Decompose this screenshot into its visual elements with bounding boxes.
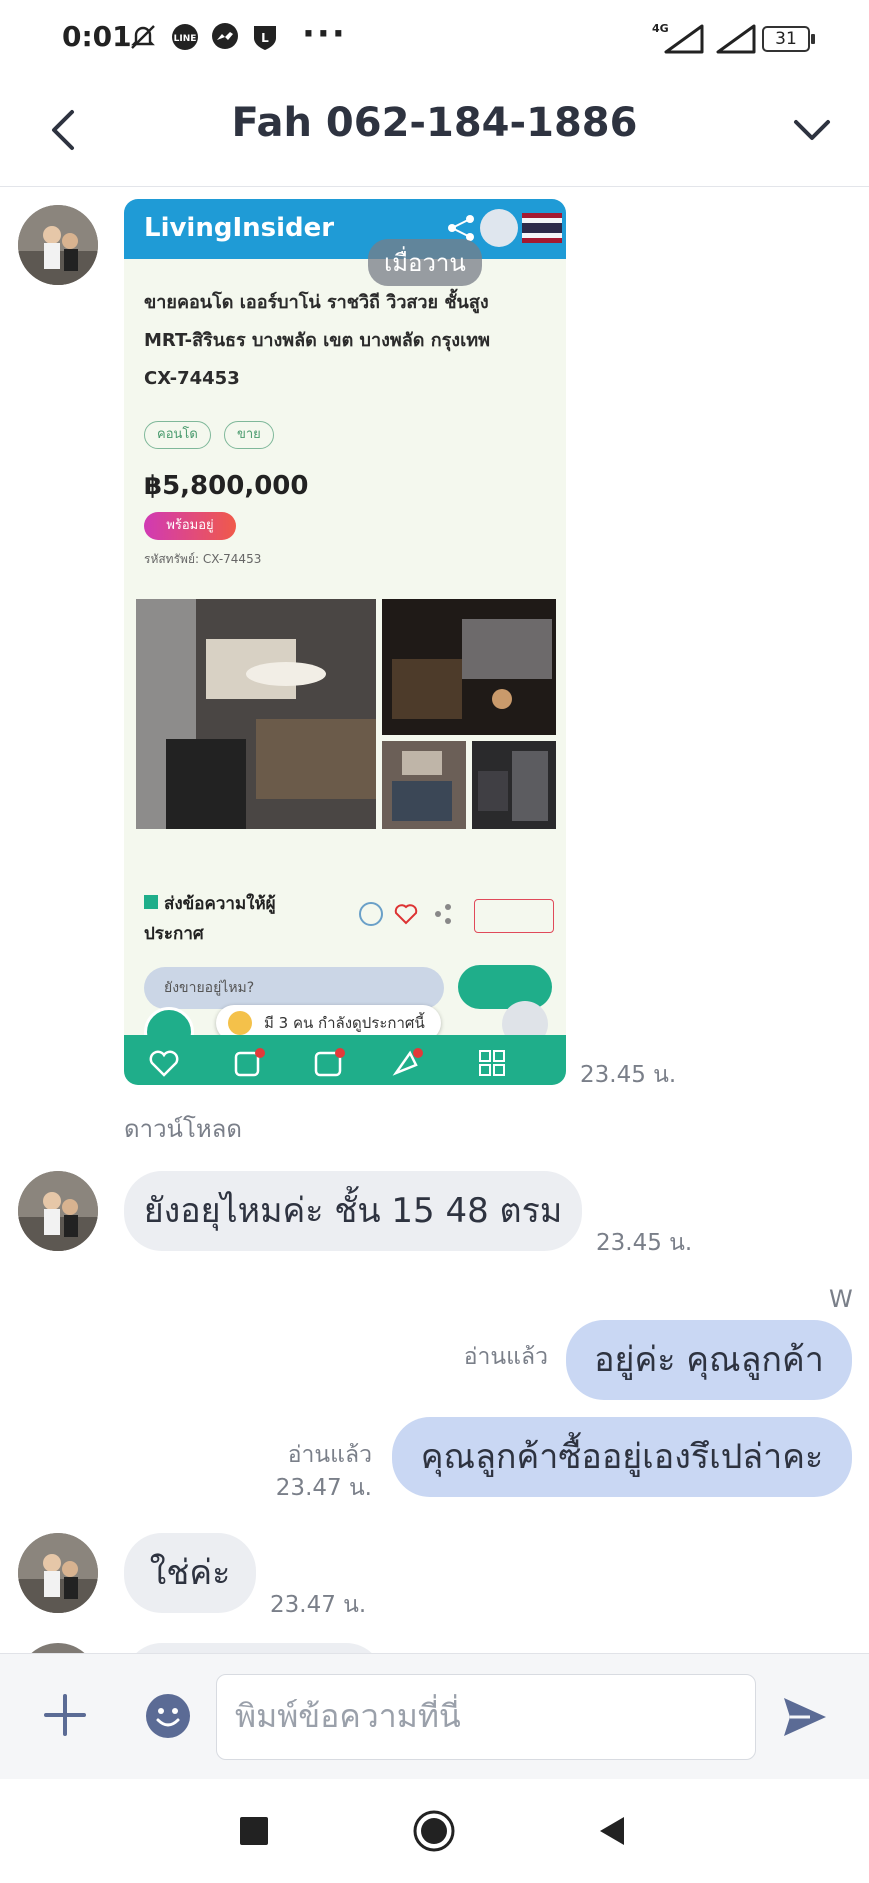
avatar[interactable] [18,1171,98,1251]
message-time: 23.47 น. [275,1475,372,1501]
avatar[interactable] [18,1643,98,1653]
listing-photo-main [136,599,376,829]
listing-title: ขายคอนโด เออร์บาโน่ ราชวิถี วิวสวย ชั้นส… [144,284,544,398]
messenger-icon [212,23,238,49]
listing-actions-icons [359,902,451,926]
mute-icon [131,25,155,49]
battery-icon: 31 [762,26,815,52]
emoji-button[interactable] [144,1692,192,1740]
status-time: 0:01 [62,20,132,53]
line-app-icon: LINE [172,24,198,50]
listing-photo-4 [472,741,556,829]
message-bubble[interactable]: ใช่ค่ะ [124,1533,256,1613]
send-owner-line2: ประกาศ [144,924,204,944]
shared-image[interactable]: LivingInsider เมื่อวาน ขายคอนโด เออร์บาโ… [124,199,566,1085]
tag-condo: คอนโด [144,421,211,449]
ask-send-button [458,965,552,1009]
message-time: 23.47 น. [270,1592,367,1618]
listing-bottom-nav [124,1035,566,1085]
date-separator: เมื่อวาน [368,239,482,286]
message-text: ใช่ค่ะ [149,1553,231,1593]
svg-text:L: L [261,31,269,45]
message-text: ยังอยุไหมค่ะ ชั้น 15 48 ตรม [143,1191,563,1231]
listing-photo-2 [382,599,556,735]
status-pill: พร้อมอยู่ [144,512,236,540]
message-bubble[interactable]: อยู่ค่ะ คุณลูกค้า [566,1320,852,1400]
download-link[interactable]: ดาวน์โหลด [124,1109,242,1148]
listing-photo-3 [382,741,466,829]
message-bubble[interactable]: ยังอยุไหมค่ะ ชั้น 15 48 ตรม [124,1171,582,1251]
signal-icon-2 [716,24,756,54]
report-button [474,899,554,933]
avatar-photo-icon [18,205,98,285]
send-owner-marker [144,895,158,909]
message-text: คุณลูกค้าซื้ออยู่เองรึเปล่าคะ [420,1437,824,1477]
signal-icon [664,24,704,54]
chat-header: Fah 062-184-1886 [0,76,869,187]
smile-icon [228,1011,252,1035]
listing-title-line2: MRT-สิรินธร บางพลัด เขต บางพลัด กรุงเทพ [144,330,490,351]
message-time: 23.45 น. [596,1230,693,1256]
send-owner-label: ส่งข้อความให้ผู้ ประกาศ [144,889,276,949]
shield-app-icon: L [254,26,276,50]
read-receipt: อ่านแล้ว [287,1442,372,1468]
more-notifications-icon: ··· [302,14,347,54]
viewers-text: มี 3 คน กำลังดูประกาศนี้ [264,1014,425,1032]
bottom-nav-icons [149,1048,505,1077]
avatar-photo-icon [18,1171,98,1251]
home-button[interactable] [412,1809,456,1853]
listing-title-line1: ขายคอนโด เออร์บาโน่ ราชวิถี วิวสวย ชั้นส… [144,292,489,313]
chevron-down-button[interactable] [780,98,844,162]
thai-flag-icon [522,213,562,243]
send-button[interactable] [780,1694,830,1740]
svg-text:LINE: LINE [174,34,197,44]
system-nav-bar [0,1779,869,1883]
plus-button[interactable] [40,1690,90,1740]
avatar-photo-icon [18,1533,98,1613]
read-receipt: อ่านแล้ว [463,1344,548,1370]
livinginsider-logo: LivingInsider [144,213,335,243]
profile-icon [480,209,518,247]
message-input[interactable]: พิมพ์ข้อความที่นี่ [216,1674,756,1760]
status-bar: 0:01 LINE L ··· 4G 31 [0,0,869,76]
sender-initial: W [829,1285,853,1313]
tag-sale: ขาย [224,421,274,449]
listing-meta: รหัสทรัพย์: CX-74453 [144,552,262,566]
message-time: 23.45 น. [580,1062,677,1088]
message-text: อยู่ค่ะ คุณลูกค้า [594,1340,824,1380]
message-composer: พิมพ์ข้อความที่นี่ [0,1653,869,1780]
chat-area[interactable]: LivingInsider เมื่อวาน ขายคอนโด เออร์บาโ… [0,187,869,1653]
avatar[interactable] [18,205,98,285]
chat-title: Fah 062-184-1886 [231,100,638,146]
back-nav-button[interactable] [596,1815,628,1847]
avatar[interactable] [18,1533,98,1613]
message-bubble[interactable] [124,1643,384,1653]
message-bubble[interactable]: คุณลูกค้าซื้ออยู่เองรึเปล่าคะ [392,1417,852,1497]
listing-price: ฿5,800,000 [144,471,309,501]
ask-field: ยังขายอยู่ไหม? [144,967,444,1009]
recents-button[interactable] [240,1817,268,1845]
listing-code: CX-74453 [144,368,240,389]
send-owner-line1: ส่งข้อความให้ผู้ [164,894,276,914]
